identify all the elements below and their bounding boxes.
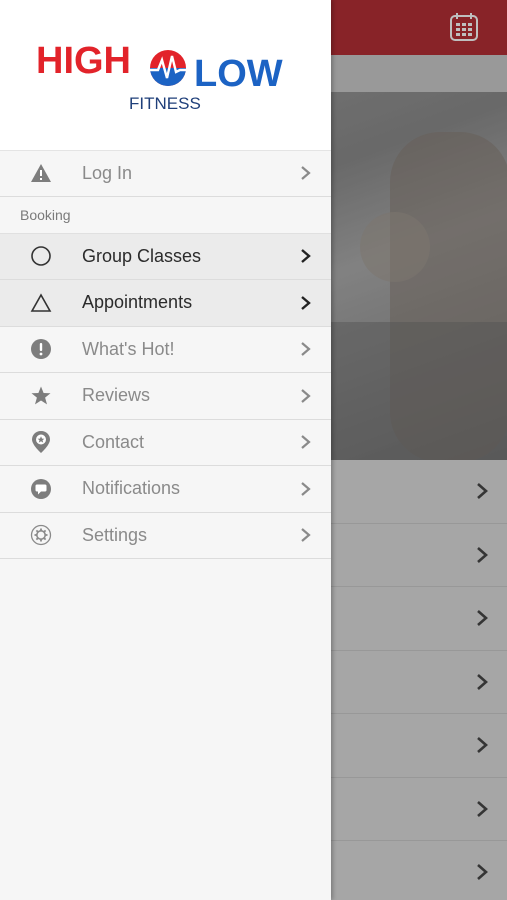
menu-item-contact[interactable]: Contact	[0, 420, 331, 466]
menu-item-label: Log In	[82, 162, 133, 183]
menu-item-group-classes[interactable]: Group Classes	[0, 233, 331, 280]
chat-bubble-icon	[29, 477, 53, 501]
menu-item-reviews[interactable]: Reviews	[0, 373, 331, 420]
svg-text:FITNESS: FITNESS	[129, 94, 201, 113]
chevron-right-icon	[301, 342, 311, 357]
chevron-right-icon	[477, 610, 488, 627]
menu-item-label: Contact	[82, 431, 145, 452]
svg-text:HIGH: HIGH	[36, 40, 131, 82]
logo-area: HIGH LOW FITNESS	[0, 0, 331, 150]
menu-item-settings[interactable]: Settings	[0, 513, 331, 559]
menu-item-notifications[interactable]: Notifications	[0, 466, 331, 513]
chevron-right-icon	[477, 483, 488, 500]
brand-logo: HIGH LOW FITNESS	[36, 40, 283, 113]
calendar-icon[interactable]	[449, 12, 479, 42]
chevron-right-icon	[477, 737, 488, 754]
section-label-booking: Booking	[0, 197, 331, 234]
menu-item-appointments[interactable]: Appointments	[0, 280, 331, 327]
warning-icon	[29, 161, 53, 185]
chevron-right-icon	[477, 800, 488, 817]
chevron-right-icon	[301, 388, 311, 403]
chevron-right-icon	[301, 481, 311, 496]
menu-item-label: Appointments	[82, 292, 193, 313]
chevron-right-icon	[301, 528, 311, 543]
menu-item-label: Settings	[82, 524, 148, 545]
chevron-right-icon	[301, 435, 311, 450]
menu-item-whats-hot[interactable]: What's Hot!	[0, 327, 331, 373]
menu-item-label: Group Classes	[82, 245, 202, 266]
circle-icon	[29, 244, 53, 268]
gear-icon	[29, 523, 53, 547]
menu-item-login[interactable]: Log In	[0, 150, 331, 197]
chevron-right-icon	[301, 166, 311, 181]
chevron-right-icon	[477, 864, 488, 881]
navigation-drawer: HIGH LOW FITNESS Log In Booking Group Cl…	[0, 0, 331, 900]
chevron-right-icon	[477, 673, 488, 690]
svg-text:LOW: LOW	[194, 53, 283, 95]
chevron-right-icon	[477, 546, 488, 563]
triangle-icon	[29, 291, 53, 315]
menu-item-label: Reviews	[82, 385, 151, 406]
chevron-right-icon	[301, 295, 311, 310]
chevron-right-icon	[301, 249, 311, 264]
star-icon	[29, 384, 53, 408]
menu-item-label: What's Hot!	[82, 338, 175, 359]
menu-item-label: Notifications	[82, 478, 181, 499]
exclamation-icon	[29, 337, 53, 361]
location-pin-icon	[29, 430, 53, 454]
